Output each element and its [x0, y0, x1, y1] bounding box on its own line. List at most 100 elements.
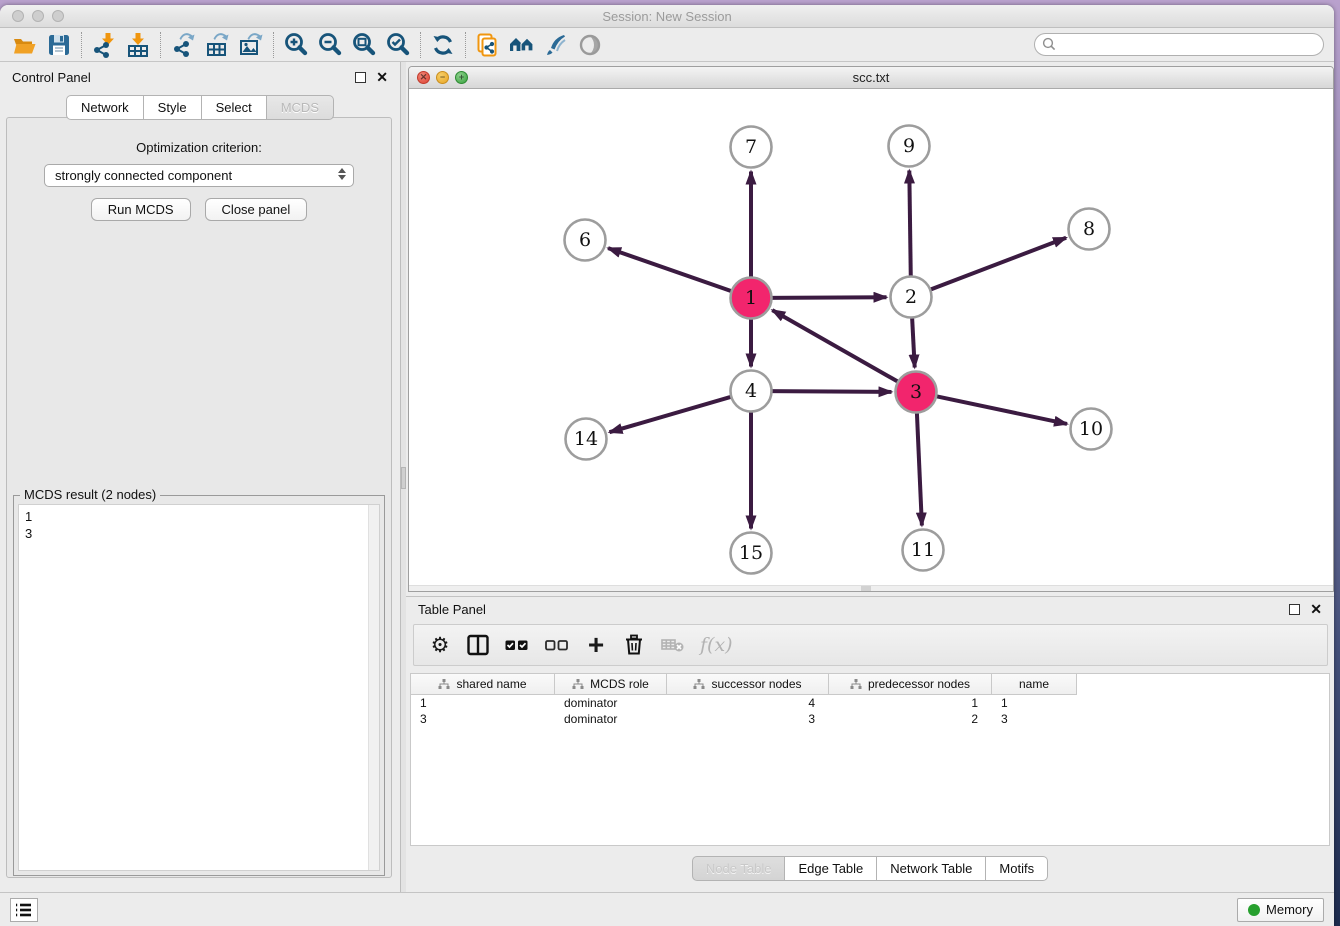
network-scroll-grip[interactable]: [861, 586, 871, 592]
delete-columns-icon[interactable]: [622, 632, 646, 658]
graph-edge-1-2[interactable]: [770, 297, 887, 298]
table-cell[interactable]: 2: [829, 711, 992, 727]
graph-node-8[interactable]: 8: [1069, 209, 1110, 250]
memory-button[interactable]: Memory: [1237, 898, 1324, 922]
table-cell[interactable]: 3: [411, 711, 555, 727]
hide-all-columns-icon[interactable]: [544, 632, 570, 658]
column-header[interactable]: name: [992, 674, 1077, 695]
result-scrollbar[interactable]: [368, 505, 379, 870]
tab-motifs[interactable]: Motifs: [986, 856, 1048, 881]
tab-node-table[interactable]: Node Table: [692, 856, 786, 881]
graph-node-14[interactable]: 14: [566, 419, 607, 460]
style-painter-icon[interactable]: [539, 30, 573, 60]
criterion-dropdown[interactable]: strongly connected component: [44, 164, 354, 187]
create-column-icon[interactable]: +: [584, 632, 608, 658]
graph-node-9[interactable]: 9: [889, 126, 930, 167]
table-cell[interactable]: 3: [667, 711, 829, 727]
graph-edge-3-10[interactable]: [934, 396, 1067, 424]
split-panel-icon[interactable]: [466, 632, 490, 658]
graph-edge-2-3[interactable]: [912, 316, 915, 368]
graph-edge-4-3[interactable]: [770, 391, 892, 392]
table-cell[interactable]: dominator: [555, 695, 667, 711]
graph-edge-2-8[interactable]: [928, 238, 1066, 291]
tab-select[interactable]: Select: [202, 95, 267, 120]
zoom-selected-icon[interactable]: [381, 30, 415, 60]
zoom-fit-icon[interactable]: [347, 30, 381, 60]
graph-node-1[interactable]: 1: [731, 278, 772, 319]
table-row[interactable]: 1dominator411: [411, 695, 1329, 711]
table-cell[interactable]: 1: [992, 695, 1077, 711]
import-table-icon[interactable]: [121, 30, 155, 60]
save-session-icon[interactable]: [42, 30, 76, 60]
zoom-in-icon[interactable]: [279, 30, 313, 60]
column-header[interactable]: shared name: [411, 674, 555, 695]
graph-node-11[interactable]: 11: [903, 530, 944, 571]
network-close-icon[interactable]: ✕: [417, 71, 430, 84]
table-cell[interactable]: 1: [411, 695, 555, 711]
export-network-icon[interactable]: [166, 30, 200, 60]
table-row[interactable]: 3dominator323: [411, 711, 1329, 727]
network-maximize-icon[interactable]: +: [455, 71, 468, 84]
close-panel-icon[interactable]: ✕: [376, 72, 388, 83]
graph-node-7[interactable]: 7: [731, 127, 772, 168]
mcds-pane: Optimization criterion: strongly connect…: [6, 117, 392, 878]
delete-table-icon[interactable]: [660, 632, 686, 658]
search-input[interactable]: [1034, 33, 1324, 56]
graph-node-4[interactable]: 4: [731, 371, 772, 412]
refresh-layout-icon[interactable]: [426, 30, 460, 60]
export-table-icon[interactable]: [200, 30, 234, 60]
run-mcds-button[interactable]: Run MCDS: [91, 198, 191, 221]
graph-node-3[interactable]: 3: [896, 372, 937, 413]
tab-edge-table[interactable]: Edge Table: [785, 856, 877, 881]
show-all-columns-icon[interactable]: [504, 632, 530, 658]
column-header[interactable]: MCDS role: [555, 674, 667, 695]
function-builder-icon[interactable]: f(x): [700, 632, 733, 658]
column-settings-gear-icon[interactable]: ⚙: [428, 632, 452, 658]
network-minimize-icon[interactable]: −: [436, 71, 449, 84]
graph-edge-4-14[interactable]: [610, 396, 734, 432]
minimize-window-icon[interactable]: [32, 10, 44, 22]
zoom-out-icon[interactable]: [313, 30, 347, 60]
graph-edge-1-6[interactable]: [608, 248, 733, 292]
table-cell[interactable]: 1: [829, 695, 992, 711]
graph-edge-2-9[interactable]: [909, 171, 911, 279]
tab-mcds[interactable]: MCDS: [267, 95, 334, 120]
graph-node-2[interactable]: 2: [891, 277, 932, 318]
graph-node-15[interactable]: 15: [731, 533, 772, 574]
graph-node-10[interactable]: 10: [1071, 409, 1112, 450]
close-table-panel-icon[interactable]: ✕: [1310, 604, 1322, 615]
tab-network-table[interactable]: Network Table: [877, 856, 986, 881]
export-image-icon[interactable]: [234, 30, 268, 60]
mcds-result-title: MCDS result (2 nodes): [20, 487, 160, 502]
column-type-icon: [850, 679, 862, 690]
network-view-window: ✕ − + scc.txt 1 2 3 4 6 7 8 9 10 11 14 15: [408, 66, 1334, 592]
column-header[interactable]: successor nodes: [667, 674, 829, 695]
network-hscrollbar[interactable]: [409, 585, 1333, 592]
tab-network[interactable]: Network: [66, 95, 144, 120]
import-network-icon[interactable]: [87, 30, 121, 60]
float-table-panel-icon[interactable]: [1289, 604, 1300, 615]
table-cell[interactable]: 4: [667, 695, 829, 711]
mcds-result-area[interactable]: 1 3: [18, 504, 380, 871]
close-window-icon[interactable]: [12, 10, 24, 22]
task-history-button[interactable]: [10, 898, 38, 922]
first-neighbors-icon[interactable]: [505, 30, 539, 60]
graph-node-6[interactable]: 6: [565, 220, 606, 261]
control-panel-tabs: Network Style Select MCDS: [0, 95, 400, 120]
window-title: Session: New Session: [602, 9, 731, 24]
close-panel-button[interactable]: Close panel: [205, 198, 308, 221]
graph-edge-3-1[interactable]: [772, 310, 900, 383]
hide-selected-icon[interactable]: [573, 30, 607, 60]
table-cell[interactable]: 3: [992, 711, 1077, 727]
network-window-titlebar[interactable]: ✕ − + scc.txt: [409, 67, 1333, 89]
maximize-window-icon[interactable]: [52, 10, 64, 22]
float-panel-icon[interactable]: [355, 72, 366, 83]
clone-network-icon[interactable]: [471, 30, 505, 60]
open-file-icon[interactable]: [8, 30, 42, 60]
network-canvas[interactable]: 1 2 3 4 6 7 8 9 10 11 14 15: [409, 89, 1333, 585]
column-header[interactable]: predecessor nodes: [829, 674, 992, 695]
tab-style[interactable]: Style: [144, 95, 202, 120]
table-cell[interactable]: dominator: [555, 711, 667, 727]
graph-edge-3-11[interactable]: [917, 411, 922, 526]
network-window-title: scc.txt: [853, 70, 890, 85]
